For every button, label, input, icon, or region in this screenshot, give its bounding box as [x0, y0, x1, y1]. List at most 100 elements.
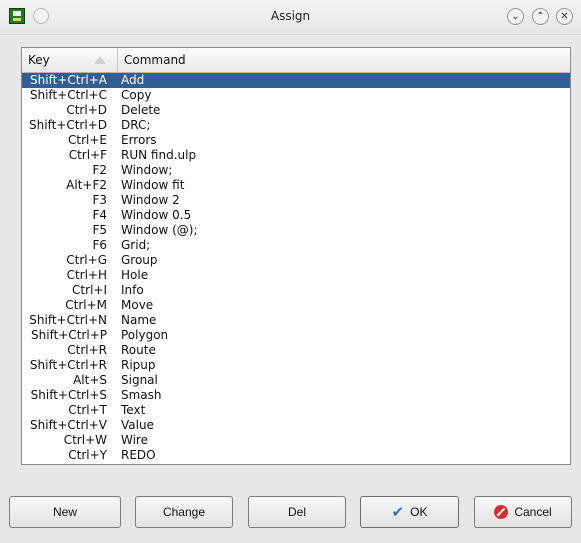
row-key: Ctrl+F — [68, 148, 107, 162]
row-key: Ctrl+I — [72, 283, 107, 297]
table-row[interactable]: F5 Window (@); — [22, 223, 570, 238]
row-command: Window 0.5 — [121, 208, 192, 222]
table-row[interactable]: Ctrl+W Wire — [22, 433, 570, 448]
ok-button-label: OK — [410, 505, 428, 519]
column-header-command-label: Command — [124, 53, 186, 67]
row-command: Smash — [121, 388, 162, 402]
row-key: Shift+Ctrl+V — [30, 418, 107, 432]
minimize-icon[interactable]: ⌄ — [507, 8, 524, 25]
row-key: Ctrl+M — [65, 298, 107, 312]
table-row[interactable]: Ctrl+Y REDO — [22, 448, 570, 463]
row-command: Grid; — [121, 238, 151, 252]
row-key: Shift+Ctrl+C — [29, 88, 107, 102]
window-title: Assign — [270, 9, 311, 23]
row-command: Window; — [121, 163, 173, 177]
row-key: F5 — [92, 223, 107, 237]
table-row[interactable]: Shift+Ctrl+P Polygon — [22, 328, 570, 343]
table-row[interactable]: F2 Window; — [22, 163, 570, 178]
column-header-command[interactable]: Command — [118, 48, 570, 72]
table-row[interactable]: Shift+Ctrl+R Ripup — [22, 358, 570, 373]
row-key: Ctrl+R — [67, 343, 107, 357]
row-key: Ctrl+D — [66, 103, 107, 117]
new-button[interactable]: New — [9, 496, 121, 528]
close-icon[interactable]: ✕ — [556, 8, 573, 25]
table-row[interactable]: Ctrl+G Group — [22, 253, 570, 268]
del-button[interactable]: Del — [248, 496, 346, 528]
row-command: Info — [121, 283, 144, 297]
table-row[interactable]: Ctrl+H Hole — [22, 268, 570, 283]
row-command: Window fit — [121, 178, 185, 192]
list-header: Key Command — [22, 48, 570, 73]
column-header-key[interactable]: Key — [22, 48, 118, 72]
table-row[interactable]: Shift+Ctrl+D DRC; — [22, 118, 570, 133]
row-command: RUN find.ulp — [121, 148, 197, 162]
row-key: Shift+Ctrl+D — [29, 118, 107, 132]
table-row[interactable]: Alt+S Signal — [22, 373, 570, 388]
row-key: Ctrl+E — [68, 133, 107, 147]
table-row[interactable]: Ctrl+E Errors — [22, 133, 570, 148]
table-row[interactable]: Shift+Ctrl+C Copy — [22, 88, 570, 103]
checkmark-icon: ✔ — [391, 503, 405, 521]
row-command: Copy — [121, 88, 152, 102]
row-command: Name — [121, 313, 157, 327]
sort-ascending-icon — [94, 56, 106, 64]
row-command: Errors — [121, 133, 157, 147]
table-row[interactable]: Ctrl+M Move — [22, 298, 570, 313]
row-command: Ripup — [121, 358, 156, 372]
row-command: Signal — [121, 373, 158, 387]
list-rows: Shift+Ctrl+A Add Shift+Ctrl+C Copy Ctrl+D Del… — [22, 73, 570, 463]
table-row[interactable]: Shift+Ctrl+S Smash — [22, 388, 570, 403]
table-row[interactable]: F6 Grid; — [22, 238, 570, 253]
del-button-label: Del — [287, 505, 306, 519]
change-button[interactable]: Change — [135, 496, 233, 528]
row-key: Ctrl+W — [63, 433, 107, 447]
table-row[interactable]: Shift+Ctrl+N Name — [22, 313, 570, 328]
row-key: F4 — [92, 208, 107, 222]
row-key: F3 — [92, 193, 107, 207]
row-command: Wire — [121, 433, 148, 447]
table-row[interactable]: F3 Window 2 — [22, 193, 570, 208]
row-key: Shift+Ctrl+S — [30, 388, 107, 402]
row-key: Ctrl+Y — [68, 448, 107, 462]
column-header-key-label: Key — [28, 53, 50, 67]
row-key: Ctrl+G — [66, 253, 107, 267]
row-key: Ctrl+T — [68, 403, 107, 417]
row-command: Polygon — [121, 328, 169, 342]
row-command: Value — [121, 418, 154, 432]
row-key: Shift+Ctrl+R — [29, 358, 107, 372]
row-key: Alt+F2 — [66, 178, 107, 192]
table-row[interactable]: Ctrl+F RUN find.ulp — [22, 148, 570, 163]
row-command: Route — [121, 343, 156, 357]
row-command: REDO — [121, 448, 156, 462]
table-row[interactable]: Shift+Ctrl+A Add — [22, 73, 570, 88]
row-command: Delete — [121, 103, 161, 117]
row-command: Hole — [121, 268, 149, 282]
table-row[interactable]: Ctrl+D Delete — [22, 103, 570, 118]
maximize-icon[interactable]: ⌃ — [532, 8, 549, 25]
row-key: Shift+Ctrl+P — [31, 328, 107, 342]
row-command: DRC; — [121, 118, 151, 132]
table-row[interactable]: Ctrl+R Route — [22, 343, 570, 358]
row-command: Add — [121, 73, 145, 87]
row-command: Group — [121, 253, 158, 267]
ok-button[interactable]: ✔ OK — [360, 496, 459, 528]
row-command: Text — [121, 403, 146, 417]
row-command: Move — [121, 298, 154, 312]
new-button-label: New — [52, 505, 77, 519]
table-row[interactable]: F4 Window 0.5 — [22, 208, 570, 223]
title-bar: Assign ⌄ ⌃ ✕ — [0, 0, 581, 35]
row-key: Shift+Ctrl+N — [29, 313, 107, 327]
table-row[interactable]: Shift+Ctrl+V Value — [22, 418, 570, 433]
row-command: Window (@); — [121, 223, 198, 237]
row-key: Ctrl+H — [66, 268, 107, 282]
table-row[interactable]: Ctrl+I Info — [22, 283, 570, 298]
change-button-label: Change — [162, 505, 206, 519]
cancel-button[interactable]: Cancel — [474, 496, 572, 528]
table-row[interactable]: Alt+F2 Window fit — [22, 178, 570, 193]
cancel-icon — [494, 505, 509, 519]
row-key: Shift+Ctrl+A — [30, 73, 107, 87]
shortcut-list[interactable]: Key Command Shift+Ctrl+A Add Shift+Ctrl+C C… — [21, 47, 571, 465]
row-command: Window 2 — [121, 193, 180, 207]
row-key: F6 — [92, 238, 107, 252]
table-row[interactable]: Ctrl+T Text — [22, 403, 570, 418]
